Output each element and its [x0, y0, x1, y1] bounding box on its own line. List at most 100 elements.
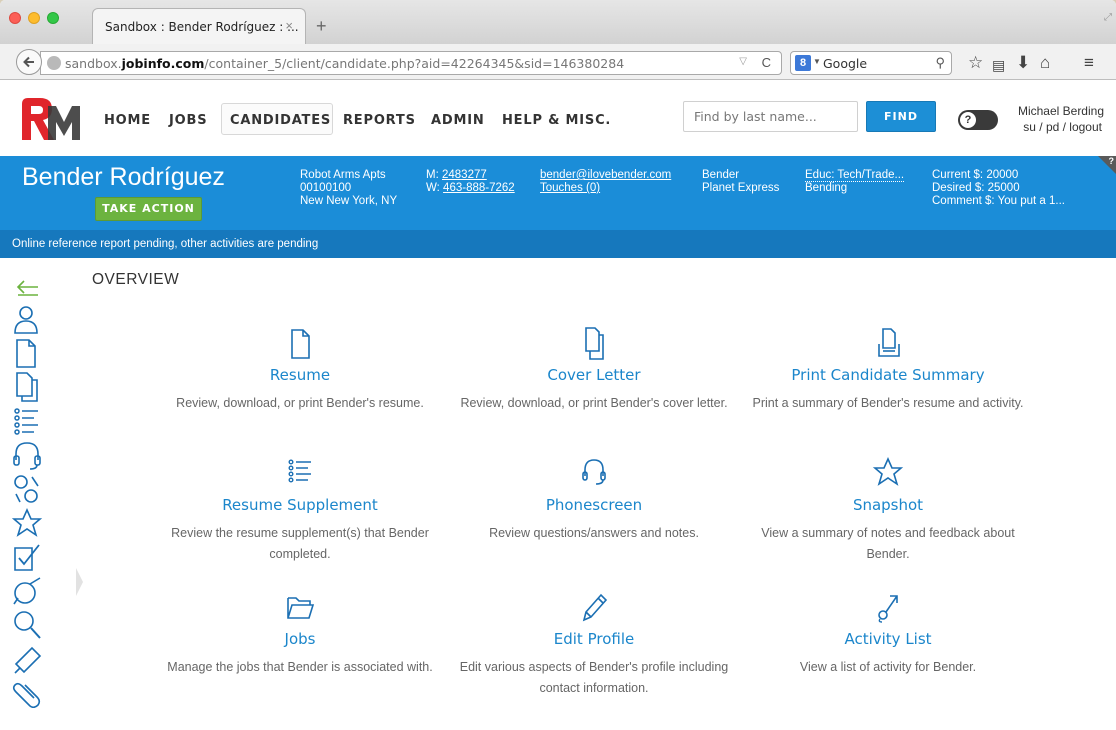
back-arrow-icon — [23, 56, 34, 68]
home-icon[interactable]: ⌂ — [1040, 54, 1050, 72]
candidate-education: Educ: Tech/Trade... Bending — [805, 169, 905, 195]
reference-icon[interactable] — [12, 474, 52, 504]
url-text: sandbox.jobinfo.com/container_5/client/c… — [65, 56, 625, 71]
card-title[interactable]: Print Candidate Summary — [748, 366, 1028, 384]
nav-help-misc[interactable]: HELP & MISC. — [502, 113, 611, 128]
nav-candidates[interactable]: CANDIDATES — [230, 113, 331, 128]
user-links[interactable]: su / pd / logout — [1023, 120, 1102, 134]
pending-message: Online reference report pending, other a… — [12, 238, 319, 250]
card-description: View a list of activity for Bender. — [799, 660, 977, 674]
work-label: W: — [426, 182, 440, 194]
company-line-2: Planet Express — [702, 182, 780, 194]
folder-icon — [287, 597, 315, 619]
search-bar[interactable]: 8 ▼ Google ⚲ — [790, 51, 952, 75]
resume-icon[interactable] — [12, 338, 52, 368]
mobile-label: M: — [426, 169, 439, 181]
reload-icon[interactable]: C — [762, 55, 771, 70]
card-title[interactable]: Activity List — [748, 630, 1028, 648]
card-title[interactable]: Phonescreen — [454, 496, 734, 514]
new-tab-button[interactable]: + — [316, 16, 327, 37]
card-jobs[interactable]: Jobs Manage the jobs that Bender is asso… — [160, 590, 440, 678]
pay-comment: Comment $: You put a 1... — [932, 195, 1065, 207]
card-edit-profile[interactable]: Edit Profile Edit various aspects of Ben… — [454, 590, 734, 699]
browser-tab[interactable]: Sandbox : Bender Rodríguez : ... × — [92, 8, 306, 44]
card-snapshot[interactable]: Snapshot View a summary of notes and fee… — [748, 456, 1028, 565]
bookmarks-menu-icon[interactable]: ▤ — [992, 56, 1005, 74]
card-title[interactable]: Snapshot — [748, 496, 1028, 514]
card-description: Review the resume supplement(s) that Ben… — [171, 526, 429, 561]
card-resume-supplement[interactable]: Resume Supplement Review the resume supp… — [160, 456, 440, 565]
education-field: Bending — [805, 182, 848, 194]
site-identity-icon[interactable] — [47, 56, 61, 70]
url-history-dropdown-icon[interactable]: ▽ — [739, 56, 747, 67]
card-description: Edit various aspects of Bender's profile… — [459, 660, 729, 695]
rm-logo-icon[interactable] — [18, 94, 88, 142]
touches-link[interactable]: Touches (0) — [540, 182, 600, 194]
nav-reports[interactable]: REPORTS — [343, 113, 416, 128]
nav-admin[interactable]: ADMIN — [431, 113, 485, 128]
user-name: Michael Berding — [1017, 104, 1104, 118]
search-icon[interactable] — [12, 610, 52, 640]
card-description: Review, download, or print Bender's resu… — [176, 396, 424, 410]
pending-status-bar: Online reference report pending, other a… — [0, 230, 1116, 258]
card-description: Review questions/answers and notes. — [489, 526, 699, 540]
email-link[interactable]: bender@ilovebender.com — [540, 169, 671, 181]
checklist-icon[interactable] — [12, 542, 52, 572]
tab-close-icon[interactable]: × — [285, 18, 293, 33]
nav-home[interactable]: HOME — [104, 113, 151, 128]
card-phonescreen[interactable]: Phonescreen Review questions/answers and… — [454, 456, 734, 544]
cover-letter-icon[interactable] — [12, 372, 52, 402]
work-phone-link[interactable]: 463-888-7262 — [443, 182, 515, 194]
card-activity-list[interactable]: Activity List View a list of activity fo… — [748, 590, 1028, 678]
search-icon[interactable]: ⚲ — [935, 55, 945, 71]
pencil-icon — [582, 593, 608, 622]
minimize-window-button[interactable] — [28, 12, 40, 24]
nav-jobs[interactable]: JOBS — [169, 113, 207, 128]
search-engine-logo-icon[interactable]: 8 — [795, 55, 811, 71]
address-line-1: Robot Arms Apts — [300, 169, 386, 181]
menu-icon[interactable]: ≡ — [1084, 54, 1094, 72]
supplement-list-icon — [288, 459, 311, 483]
card-print-summary[interactable]: Print Candidate Summary Print a summary … — [748, 326, 1028, 414]
help-toggle[interactable]: ? — [958, 110, 998, 130]
megaphone-icon[interactable] — [12, 644, 52, 674]
card-description: Manage the jobs that Bender is associate… — [167, 660, 433, 674]
person-icon[interactable] — [12, 304, 52, 334]
address-line-2: 00100100 — [300, 182, 352, 194]
search-engine-dropdown-icon[interactable]: ▼ — [813, 57, 821, 66]
fullscreen-icon[interactable]: ⤢ — [1104, 12, 1112, 23]
url-bar[interactable]: sandbox.jobinfo.com/container_5/client/c… — [40, 51, 782, 75]
bookmark-star-icon[interactable]: ☆ — [968, 54, 983, 72]
paperclip-icon[interactable] — [12, 678, 52, 709]
card-title[interactable]: Resume — [160, 366, 440, 384]
education-tooltip[interactable]: Educ: Tech/Trade... — [805, 169, 905, 182]
supplement-list-icon[interactable] — [12, 406, 52, 436]
candidate-name: Bender Rodríguez — [22, 163, 225, 191]
candidate-address: Robot Arms Apts 00100100 New New York, N… — [300, 169, 397, 208]
downloads-icon[interactable]: ⬇ — [1016, 54, 1030, 72]
take-action-button[interactable]: TAKE ACTION — [95, 197, 202, 221]
card-title[interactable]: Jobs — [160, 630, 440, 648]
browser-window: Sandbox : Bender Rodríguez : ... × + ⤢ s… — [0, 0, 1116, 730]
card-title[interactable]: Edit Profile — [454, 630, 734, 648]
candidate-company: Bender Planet Express — [702, 169, 779, 195]
snapshot-star-icon[interactable] — [11, 508, 52, 538]
zoom-window-button[interactable] — [47, 12, 59, 24]
back-button[interactable] — [16, 49, 42, 75]
card-title[interactable]: Cover Letter — [454, 366, 734, 384]
find-placeholder: Find by last name... — [694, 109, 817, 124]
close-window-button[interactable] — [9, 12, 21, 24]
candidate-pay: Current $: 20000 Desired $: 25000 Commen… — [932, 169, 1065, 208]
card-resume[interactable]: Resume Review, download, or print Bender… — [160, 326, 440, 414]
rail-expand-handle[interactable] — [76, 568, 83, 596]
corner-help-icon[interactable]: ? — [1109, 156, 1115, 166]
collapse-arrow-icon[interactable] — [12, 272, 52, 302]
card-title[interactable]: Resume Supplement — [160, 496, 440, 514]
phonescreen-icon[interactable] — [12, 440, 52, 470]
find-by-last-name-input[interactable]: Find by last name... — [683, 101, 858, 132]
tag-icon[interactable] — [12, 576, 52, 606]
find-button[interactable]: FIND — [866, 101, 936, 132]
browser-toolbar: sandbox.jobinfo.com/container_5/client/c… — [0, 44, 1116, 80]
card-cover-letter[interactable]: Cover Letter Review, download, or print … — [454, 326, 734, 414]
mobile-phone-link[interactable]: 2483277 — [442, 169, 487, 181]
